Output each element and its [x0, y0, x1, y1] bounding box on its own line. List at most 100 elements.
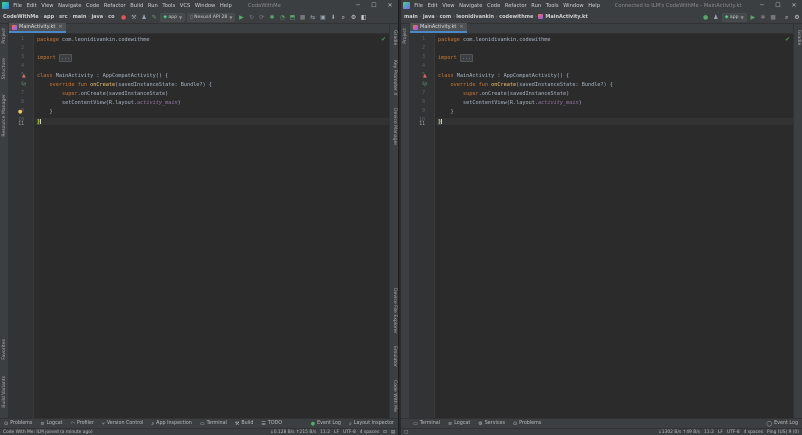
menu-help[interactable]: Help — [218, 3, 234, 9]
tool-emulator[interactable]: Emulator — [392, 346, 397, 367]
menu-view[interactable]: View — [440, 3, 457, 9]
tool-profiler[interactable]: ◠ Profiler — [67, 421, 98, 427]
breadcrumb-main[interactable]: main — [403, 14, 419, 20]
menu-window[interactable]: Window — [561, 3, 586, 9]
minimize-icon[interactable]: ─ — [350, 2, 366, 9]
tool-terminal[interactable]: ▭ Terminal — [196, 421, 231, 427]
menu-file[interactable]: File — [11, 3, 24, 9]
run-icon[interactable]: ▶ — [237, 13, 246, 22]
tool-version-control[interactable]: ⑂ Version Control — [98, 421, 148, 427]
folded-imports[interactable]: ... — [58, 54, 73, 62]
tool-event-log[interactable]: ◯ Event Log — [763, 421, 802, 427]
maximize-icon[interactable]: ☐ — [366, 2, 382, 9]
override-gutter-icon[interactable]: ↺ — [423, 82, 427, 88]
tool-structure[interactable]: Structure — [2, 58, 7, 79]
tool-resource-manager[interactable]: Resource Manager — [2, 94, 7, 137]
menu-file[interactable]: File — [412, 3, 425, 9]
maximize-icon[interactable]: ☐ — [770, 2, 786, 9]
menu-help[interactable]: Help — [586, 3, 602, 9]
close-tab-icon[interactable]: ✕ — [58, 24, 62, 30]
attach-debugger-icon[interactable]: ⬒ — [288, 13, 297, 22]
tool-gradle[interactable]: Gradle — [796, 30, 801, 45]
connection-status-icon[interactable]: ● — [701, 13, 710, 22]
menu-window[interactable]: Window — [193, 3, 218, 9]
close-tab-icon[interactable]: ✕ — [459, 24, 463, 30]
layout-icon[interactable]: ◧ — [359, 13, 368, 22]
run-config-dropdown[interactable]: ◆ app ▼ — [160, 12, 186, 22]
sdk-manager-icon[interactable]: ⬇ — [329, 13, 338, 22]
sync-gradle-icon[interactable]: ⇆ — [308, 13, 317, 22]
memory-indicator-icon[interactable]: ▤ — [391, 430, 395, 435]
menu-edit[interactable]: Edit — [425, 3, 440, 9]
menu-tools[interactable]: Tools — [543, 3, 560, 9]
class-run-gutter-icon[interactable]: ▲ — [22, 73, 26, 79]
tool-code-with-me[interactable]: Code With Me — [392, 380, 397, 412]
code-with-me-icon[interactable]: ♟ — [711, 13, 720, 22]
tool-event-log[interactable]: ● Event Log — [307, 421, 345, 427]
search-icon[interactable]: ⌕ — [782, 13, 791, 22]
breadcrumb-codewithme[interactable]: codewithme — [498, 14, 534, 20]
breadcrumb-main[interactable]: main — [72, 14, 88, 20]
line-separator[interactable]: LF — [718, 430, 723, 435]
lock-icon[interactable]: ⊡ — [383, 430, 387, 435]
tool-services[interactable]: ⚙ Services — [474, 421, 509, 427]
caret-position[interactable]: 11:2 — [704, 430, 714, 435]
indent-setting[interactable]: 4 spaces — [744, 430, 763, 435]
menu-build[interactable]: Build — [128, 3, 146, 9]
tool-project[interactable]: Project — [403, 28, 408, 44]
tool-key-promoter[interactable]: Key Promoter X — [392, 60, 397, 95]
class-run-gutter-icon[interactable]: ▲ — [423, 73, 427, 79]
code-editor[interactable]: 1 2 3 4 5 6 7 8 9 10 11 ▲ ↺ ● package co… — [9, 34, 389, 418]
code-area[interactable]: package com.leonidivankin.codewithme imp… — [35, 34, 389, 418]
menu-navigate[interactable]: Navigate — [457, 3, 485, 9]
debug-icon[interactable]: ✱ — [268, 13, 277, 22]
tool-favorites[interactable]: Favorites — [2, 339, 7, 360]
gear-icon[interactable]: ⚙ — [349, 13, 358, 22]
menu-navigate[interactable]: Navigate — [56, 3, 84, 9]
tool-build-variants[interactable]: Build Variants — [2, 376, 7, 408]
rerun-icon[interactable]: ↻ — [247, 13, 256, 22]
tab-mainactivity[interactable]: MainActivity.kt ✕ — [9, 23, 66, 33]
debug-icon[interactable]: ✱ — [758, 13, 767, 22]
breadcrumb-com[interactable]: com — [439, 14, 453, 20]
tool-todo[interactable]: ☰ TODO — [257, 421, 286, 427]
tool-project[interactable]: Project — [2, 28, 7, 44]
close-icon[interactable]: ✕ — [786, 2, 802, 9]
device-manager-icon[interactable]: ▣ — [318, 13, 327, 22]
tool-build[interactable]: ⚒ Build — [231, 421, 258, 427]
folded-imports[interactable]: ... — [459, 54, 474, 62]
menu-code[interactable]: Code — [485, 3, 503, 9]
menu-run[interactable]: Run — [146, 3, 161, 9]
caret-position[interactable]: 11:2 — [320, 430, 330, 435]
line-separator[interactable]: LF — [334, 430, 339, 435]
breadcrumb-project[interactable]: CodeWithMe — [2, 14, 40, 20]
menu-refactor[interactable]: Refactor — [102, 3, 128, 9]
menu-edit[interactable]: Edit — [24, 3, 39, 9]
lightbulb-icon[interactable]: ● — [18, 109, 22, 115]
search-icon[interactable]: ⌕ — [339, 13, 348, 22]
file-encoding[interactable]: UTF-8 — [343, 430, 356, 435]
build-hammer-icon[interactable]: ⚒ — [129, 13, 138, 22]
run-config-dropdown[interactable]: ◆ app ▼ — [721, 12, 747, 22]
file-encoding[interactable]: UTF-8 — [727, 430, 740, 435]
layout-toggle-icon[interactable]: ▢ — [404, 430, 408, 435]
breadcrumb-src[interactable]: src — [58, 14, 68, 20]
breadcrumb-java[interactable]: java — [90, 14, 104, 20]
menu-code[interactable]: Code — [84, 3, 102, 9]
menu-view[interactable]: View — [39, 3, 56, 9]
stop-icon[interactable]: ■ — [769, 13, 778, 22]
menu-tools[interactable]: Tools — [160, 3, 177, 9]
tab-mainactivity[interactable]: MainActivity.kt ✕ — [410, 23, 467, 33]
device-dropdown[interactable]: ▯ Nexus4 API 28 ▼ — [187, 12, 236, 22]
no-problems-check-icon[interactable]: ✔ — [785, 36, 790, 43]
close-icon[interactable]: ✕ — [382, 2, 398, 9]
tool-terminal[interactable]: ▭ Terminal — [401, 421, 444, 427]
breadcrumb-java[interactable]: java — [422, 14, 436, 20]
breadcrumb-app[interactable]: app — [43, 14, 56, 20]
tool-layout-inspector[interactable]: ⌕ Layout Inspector — [345, 421, 398, 427]
stop-icon[interactable]: ■ — [298, 13, 307, 22]
tool-problems[interactable]: ⊙ Problems — [0, 421, 36, 427]
code-editor[interactable]: 1 2 3 4 5 6 7 8 9 10 11 ▲ ↺ package com.… — [410, 34, 793, 418]
apply-changes-icon[interactable]: ⟳ — [257, 13, 266, 22]
code-area[interactable]: package com.leonidivankin.codewithme imp… — [436, 34, 793, 418]
